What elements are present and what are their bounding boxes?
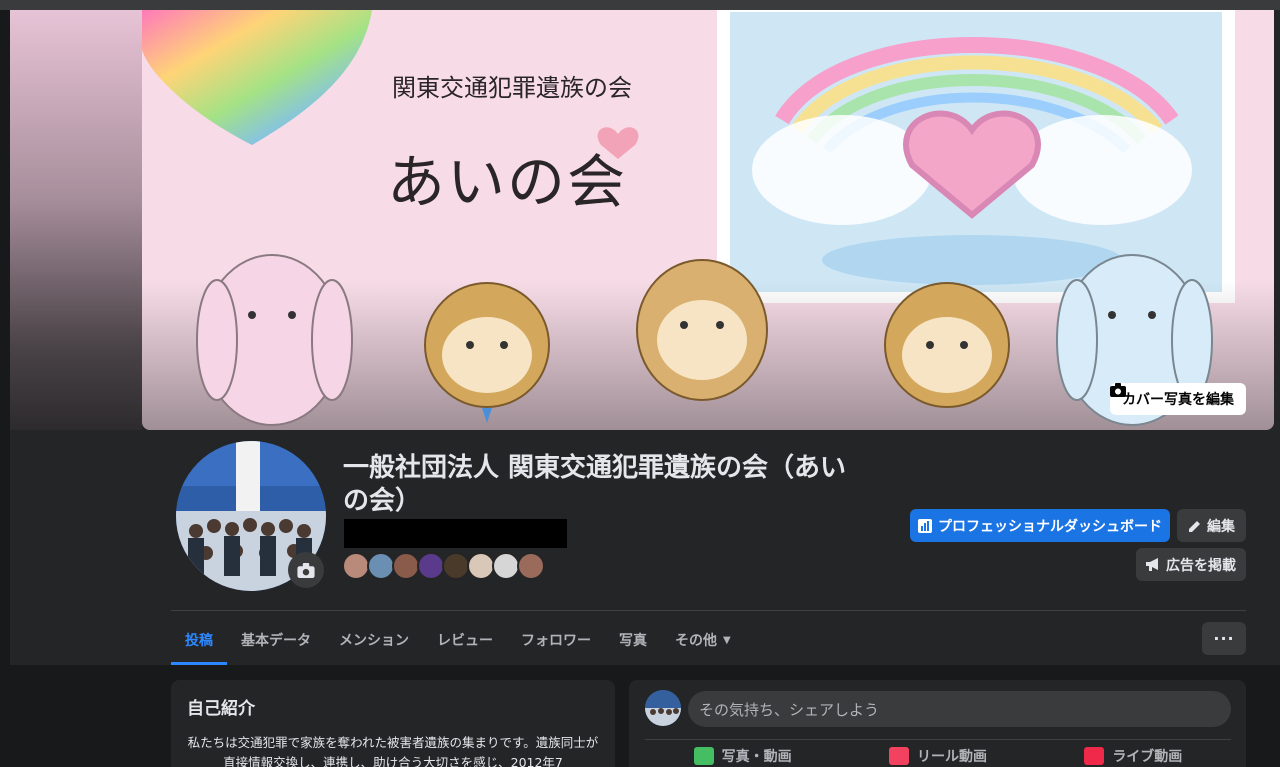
squirrel [636,259,768,401]
follower-avatar[interactable] [442,552,470,580]
intro-card: 自己紹介 私たちは交通犯罪で家族を奪われた被害者遺族の集まりです。遺族同士が直接… [171,680,615,767]
tab-mentions[interactable]: メンション [325,615,423,665]
pink-rabbit [196,254,353,426]
reel-button[interactable]: リール動画 [888,746,987,766]
tab-label: メンション [339,633,409,649]
left-gutter [0,10,10,767]
follower-avatar[interactable] [342,552,370,580]
edit-page-button[interactable]: 編集 [1177,509,1246,542]
pencil-icon [1189,520,1200,532]
cover-artwork [142,10,1274,430]
reel-icon [888,747,909,765]
edit-cover-label: カバー写真を編集 [1122,392,1234,408]
more-options-button[interactable]: ··· [1202,622,1246,655]
tab-about[interactable]: 基本データ [227,615,325,665]
dashboard-label: プロフェッショナルダッシュボード [938,518,1162,535]
composer-placeholder: その気持ち、シェアしよう [699,700,880,719]
rainbow-heart [142,10,372,145]
photo-video-button[interactable]: 写真・動画 [693,746,792,766]
tab-label: 投稿 [185,633,213,649]
tab-photos[interactable]: 写真 [605,615,661,665]
header-divider [171,610,1246,611]
cover-name-text: あいの会 [387,148,628,216]
follower-avatars[interactable] [342,552,545,580]
live-video-button[interactable]: ライブ動画 [1084,746,1182,766]
follower-avatar[interactable] [517,552,545,580]
follower-avatar[interactable] [492,552,520,580]
follower-avatar[interactable] [467,552,495,580]
follower-avatar[interactable] [392,552,420,580]
follower-avatar[interactable] [417,552,445,580]
tab-label: 基本データ [241,633,311,649]
composer-actions: 写真・動画 リール動画 ライブ動画 [645,746,1231,766]
edit-label: 編集 [1207,518,1235,535]
tab-label: 写真 [619,633,647,649]
advertise-label: 広告を掲載 [1166,557,1236,574]
reel-label: リール動画 [916,749,987,765]
photo-icon [693,747,714,765]
tab-more[interactable]: その他 ▼ [661,615,745,665]
tab-followers[interactable]: フォロワー [507,615,605,665]
live-video-label: ライブ動画 [1112,749,1183,765]
professional-dashboard-button[interactable]: プロフェッショナルダッシュボード [910,509,1170,542]
live-video-icon [1084,747,1105,765]
follower-avatar[interactable] [367,552,395,580]
cover-photo[interactable]: 関東交通犯罪遺族の会 あいの会 カバー写真を編集 [142,10,1274,430]
tab-label: フォロワー [521,633,591,649]
composer-divider [645,739,1231,740]
page-title: 一般社団法人 関東交通犯罪遺族の会（あいの会） [343,453,847,516]
intro-text: 私たちは交通犯罪で家族を奪われた被害者遺族の集まりです。遺族同士が直接情報交換し… [187,735,599,767]
megaphone-icon [1146,558,1158,571]
tab-label: レビュー [437,633,493,649]
post-composer: その気持ち、シェアしよう 写真・動画 リール動画 ライブ動画 [629,680,1246,767]
cover-org-text: 関東交通犯罪遺族の会 [392,74,632,102]
advertise-button[interactable]: 広告を掲載 [1136,548,1246,581]
composer-input[interactable]: その気持ち、シェアしよう [688,691,1231,727]
ellipsis-icon: ··· [1213,629,1235,648]
intro-title: 自己紹介 [187,699,255,719]
update-profile-picture-button[interactable] [288,552,324,588]
tab-label: その他 [675,633,717,649]
composer-avatar[interactable] [645,690,681,726]
photo-video-label: 写真・動画 [721,749,792,765]
redacted-text [344,519,567,548]
browser-top-strip [0,0,1280,10]
camera-icon [1110,383,1126,397]
monkey-right [884,282,1010,408]
cover-side-gradient [10,10,142,430]
tab-posts[interactable]: 投稿 [171,615,227,665]
tab-reviews[interactable]: レビュー [423,615,507,665]
group-photo-thumb [645,690,681,726]
profile-tabs: 投稿 基本データ メンション レビュー フォロワー 写真 その他 ▼ [171,615,745,665]
caret-down-icon: ▼ [723,634,731,646]
chart-icon [918,518,932,533]
camera-icon [297,562,315,578]
edit-cover-photo-button[interactable]: カバー写真を編集 [1110,383,1246,415]
